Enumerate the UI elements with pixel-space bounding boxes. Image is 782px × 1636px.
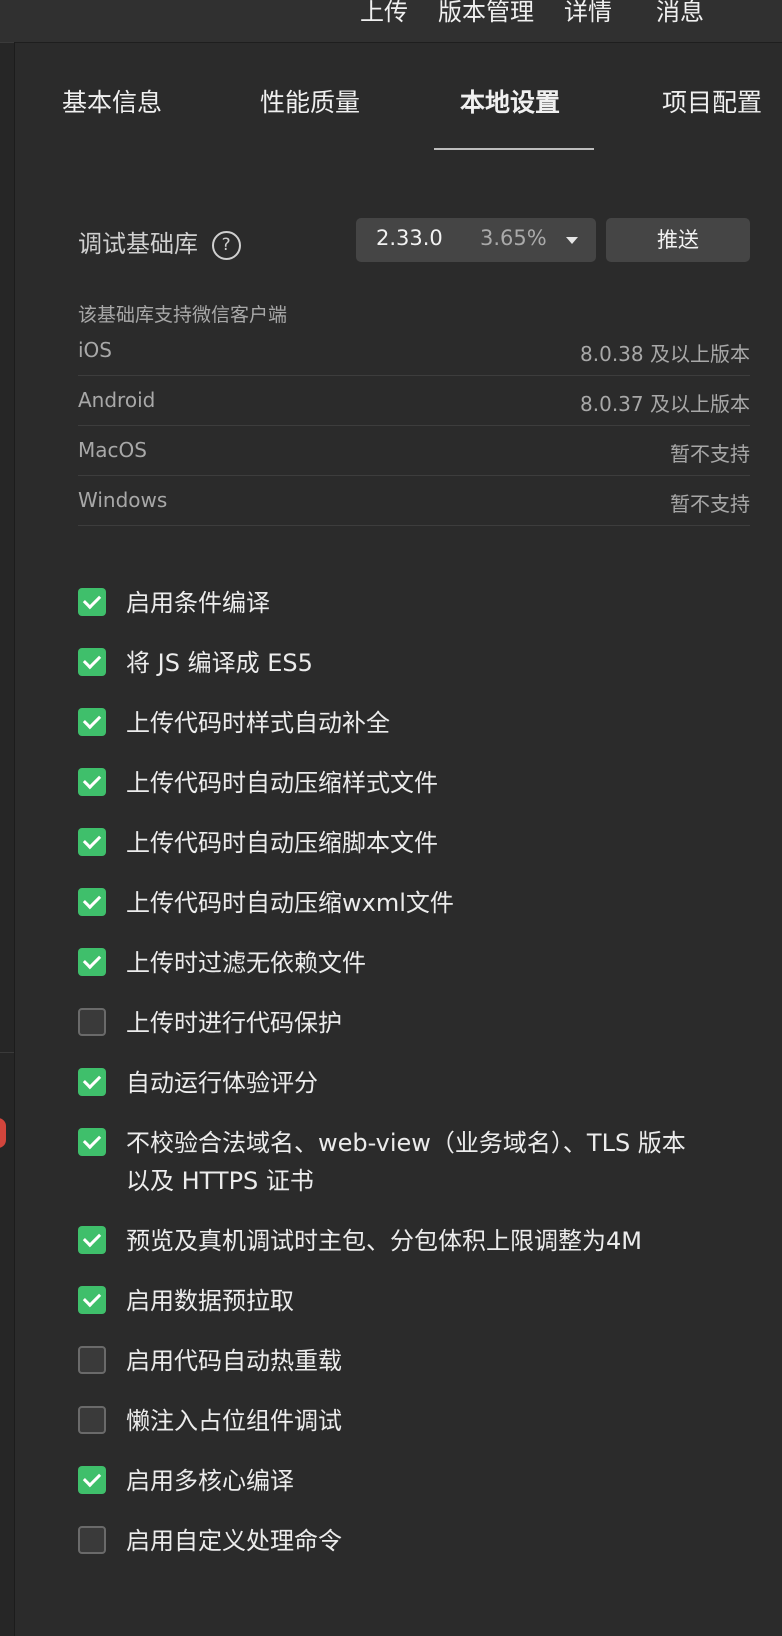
checkbox[interactable] (78, 588, 106, 616)
option-label: 上传代码时自动压缩样式文件 (126, 769, 438, 797)
support-table: iOS 8.0.38 及以上版本 Android 8.0.37 及以上版本 Ma… (78, 326, 750, 526)
option-minify-scripts[interactable]: 上传代码时自动压缩脚本文件 (78, 820, 758, 880)
platform-support-value: 暂不支持 (670, 442, 750, 466)
option-label: 启用条件编译 (126, 589, 270, 617)
tab-project-config[interactable]: 项目配置 (662, 86, 762, 120)
platform-support-value: 暂不支持 (670, 492, 750, 516)
checkbox[interactable] (78, 1466, 106, 1494)
debug-library-label: 调试基础库 ? (78, 224, 241, 260)
option-conditional-compile[interactable]: 启用条件编译 (78, 580, 758, 640)
details-button[interactable]: 详情 (564, 0, 612, 28)
option-custom-commands[interactable]: 启用自定义处理命令 (78, 1518, 758, 1578)
option-label: 上传时过滤无依赖文件 (126, 949, 366, 977)
platform-name: Windows (78, 488, 168, 512)
checkbox[interactable] (78, 1526, 106, 1554)
option-auto-audit[interactable]: 自动运行体验评分 (78, 1060, 758, 1120)
question-circle-icon[interactable]: ? (211, 230, 241, 260)
caret-down-icon (566, 237, 578, 244)
option-label: 启用自定义处理命令 (126, 1527, 342, 1555)
left-panel-edge (0, 42, 15, 1636)
option-label: 自动运行体验评分 (126, 1069, 318, 1097)
version-management-button[interactable]: 版本管理 (438, 0, 534, 28)
checkbox[interactable] (78, 1008, 106, 1036)
checkbox[interactable] (78, 948, 106, 976)
checkbox[interactable] (78, 828, 106, 856)
checkbox[interactable] (78, 1346, 106, 1374)
option-label: 启用数据预拉取 (126, 1287, 294, 1315)
library-version-percentage: 3.65% (480, 226, 547, 250)
option-lazy-placeholder-debug[interactable]: 懒注入占位组件调试 (78, 1398, 758, 1458)
platform-name: Android (78, 388, 156, 412)
option-minify-styles[interactable]: 上传代码时自动压缩样式文件 (78, 760, 758, 820)
support-row: Windows 暂不支持 (78, 476, 750, 526)
tab-basic-info[interactable]: 基本信息 (62, 86, 162, 120)
debug-library-label-text: 调试基础库 (78, 230, 198, 258)
platform-name: iOS (78, 338, 112, 362)
notification-badge (0, 1118, 6, 1148)
option-code-protection[interactable]: 上传时进行代码保护 (78, 1000, 758, 1060)
option-hot-reload[interactable]: 启用代码自动热重载 (78, 1338, 758, 1398)
library-version-select[interactable]: 2.33.0 3.65% (356, 218, 596, 262)
checkbox[interactable] (78, 1406, 106, 1434)
checkbox[interactable] (78, 648, 106, 676)
tab-local-settings[interactable]: 本地设置 (460, 86, 560, 120)
checkbox[interactable] (78, 1226, 106, 1254)
divider (0, 1052, 14, 1053)
support-row: Android 8.0.37 及以上版本 (78, 376, 750, 426)
option-label: 启用多核心编译 (126, 1467, 294, 1495)
support-title: 该基础库支持微信客户端 (78, 304, 288, 326)
checkbox[interactable] (78, 888, 106, 916)
option-label: 上传代码时自动压缩脚本文件 (126, 829, 438, 857)
option-skip-domain-check[interactable]: 不校验合法域名、web-view（业务域名）、TLS 版本以及 HTTPS 证书 (78, 1120, 758, 1218)
option-label: 预览及真机调试时主包、分包体积上限调整为4M (126, 1227, 642, 1255)
option-label: 上传代码时自动压缩wxml文件 (126, 889, 454, 917)
top-toolbar: 上传 版本管理 详情 消息 (0, 0, 782, 43)
tab-performance-quality[interactable]: 性能质量 (260, 86, 360, 120)
platform-support-value: 8.0.38 及以上版本 (580, 342, 750, 366)
checkbox[interactable] (78, 768, 106, 796)
option-data-prefetch[interactable]: 启用数据预拉取 (78, 1278, 758, 1338)
option-multicore-compile[interactable]: 启用多核心编译 (78, 1458, 758, 1518)
push-button[interactable]: 推送 (606, 218, 750, 262)
option-label: 启用代码自动热重载 (126, 1347, 342, 1375)
checkbox[interactable] (78, 1286, 106, 1314)
option-js-to-es5[interactable]: 将 JS 编译成 ES5 (78, 640, 758, 700)
option-minify-wxml[interactable]: 上传代码时自动压缩wxml文件 (78, 880, 758, 940)
divider (0, 42, 14, 43)
platform-support-value: 8.0.37 及以上版本 (580, 392, 750, 416)
active-tab-indicator (434, 148, 594, 150)
local-settings-options: 启用条件编译 将 JS 编译成 ES5 上传代码时样式自动补全 上传代码时自动压… (78, 580, 758, 1578)
checkbox[interactable] (78, 708, 106, 736)
option-label: 懒注入占位组件调试 (126, 1407, 342, 1435)
checkbox[interactable] (78, 1128, 106, 1156)
support-row: iOS 8.0.38 及以上版本 (78, 326, 750, 376)
platform-name: MacOS (78, 438, 147, 462)
support-row: MacOS 暂不支持 (78, 426, 750, 476)
messages-button[interactable]: 消息 (656, 0, 704, 28)
upload-button[interactable]: 上传 (360, 0, 408, 28)
option-label: 将 JS 编译成 ES5 (126, 649, 313, 677)
option-label: 上传时进行代码保护 (126, 1009, 342, 1037)
option-label: 不校验合法域名、web-view（业务域名）、TLS 版本以及 HTTPS 证书 (126, 1129, 686, 1195)
checkbox[interactable] (78, 1068, 106, 1096)
option-filter-unused-files[interactable]: 上传时过滤无依赖文件 (78, 940, 758, 1000)
settings-tabs: 基本信息 性能质量 本地设置 项目配置 (14, 42, 782, 150)
option-label: 上传代码时样式自动补全 (126, 709, 390, 737)
library-version-value: 2.33.0 (376, 226, 443, 250)
option-size-limit-4m[interactable]: 预览及真机调试时主包、分包体积上限调整为4M (78, 1218, 758, 1278)
option-style-autocomplete[interactable]: 上传代码时样式自动补全 (78, 700, 758, 760)
